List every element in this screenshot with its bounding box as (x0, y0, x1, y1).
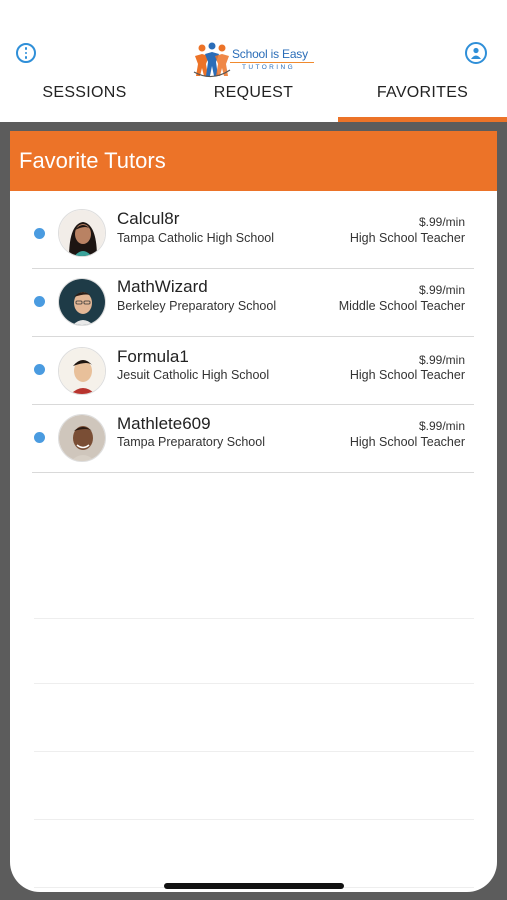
profile-icon[interactable] (465, 42, 487, 64)
tutor-list: Calcul8r Tampa Catholic High School $.99… (10, 201, 497, 888)
logo-subtitle: TUTORING (242, 64, 296, 71)
empty-row-divider (34, 819, 474, 820)
empty-row-divider (34, 751, 474, 752)
tutor-row-mathlete609[interactable]: Mathlete609 Tampa Preparatory School $.9… (32, 405, 474, 473)
avatar (58, 347, 106, 395)
panel-title: Favorite Tutors (19, 148, 166, 173)
tab-bar: SESSIONS REQUEST FAVORITES (0, 80, 507, 122)
favorite-tutors-panel: Favorite Tutors Calcul8r Tampa Catholic … (10, 131, 497, 892)
app-header: School is Easy TUTORING (0, 0, 507, 80)
tutor-school: Berkeley Preparatory School (117, 299, 277, 313)
tutor-school: Jesuit Catholic High School (117, 368, 270, 382)
logo-divider (230, 62, 314, 63)
tutor-rate: $.99/min (418, 283, 465, 297)
tutor-role: High School Teacher (349, 368, 465, 382)
avatar (58, 209, 106, 257)
tutor-school: Tampa Catholic High School (117, 231, 275, 245)
online-status-dot (34, 432, 45, 443)
tutor-role: High School Teacher (349, 435, 465, 449)
tab-sessions-label: SESSIONS (42, 84, 127, 101)
info-icon[interactable] (16, 43, 36, 63)
tutor-name: Formula1 (117, 347, 189, 366)
avatar (58, 414, 106, 462)
tutor-name: Mathlete609 (117, 414, 211, 433)
tutor-rate: $.99/min (418, 353, 465, 367)
tab-sessions[interactable]: SESSIONS (0, 80, 169, 122)
school-is-easy-logo: School is Easy TUTORING (192, 42, 318, 80)
tutor-school: Tampa Preparatory School (117, 435, 265, 449)
panel-header: Favorite Tutors (10, 131, 497, 191)
logo-title: School is Easy (232, 47, 308, 61)
tutor-rate: $.99/min (418, 215, 465, 229)
tutor-name: MathWizard (117, 277, 208, 296)
online-status-dot (34, 296, 45, 307)
person-icon (471, 47, 481, 59)
tab-favorites-label: FAVORITES (376, 84, 469, 101)
tab-favorites[interactable]: FAVORITES (338, 80, 507, 122)
tutor-row-mathwizard[interactable]: MathWizard Berkeley Preparatory School $… (32, 269, 474, 337)
tutor-role: High School Teacher (349, 231, 465, 245)
online-status-dot (34, 228, 45, 239)
logo-figures-icon (193, 42, 231, 78)
online-status-dot (34, 364, 45, 375)
tutor-rate: $.99/min (418, 419, 465, 433)
tutor-row-formula1[interactable]: Formula1 Jesuit Catholic High School $.9… (32, 337, 474, 405)
tab-request[interactable]: REQUEST (169, 80, 338, 122)
tab-request-label: REQUEST (213, 84, 294, 101)
empty-row-divider (34, 618, 474, 619)
empty-row-divider (34, 683, 474, 684)
avatar (58, 278, 106, 326)
tutor-name: Calcul8r (117, 209, 180, 228)
tutor-role: Middle School Teacher (338, 299, 465, 313)
home-indicator[interactable] (164, 883, 344, 889)
tutor-row-calcul8r[interactable]: Calcul8r Tampa Catholic High School $.99… (32, 201, 474, 269)
